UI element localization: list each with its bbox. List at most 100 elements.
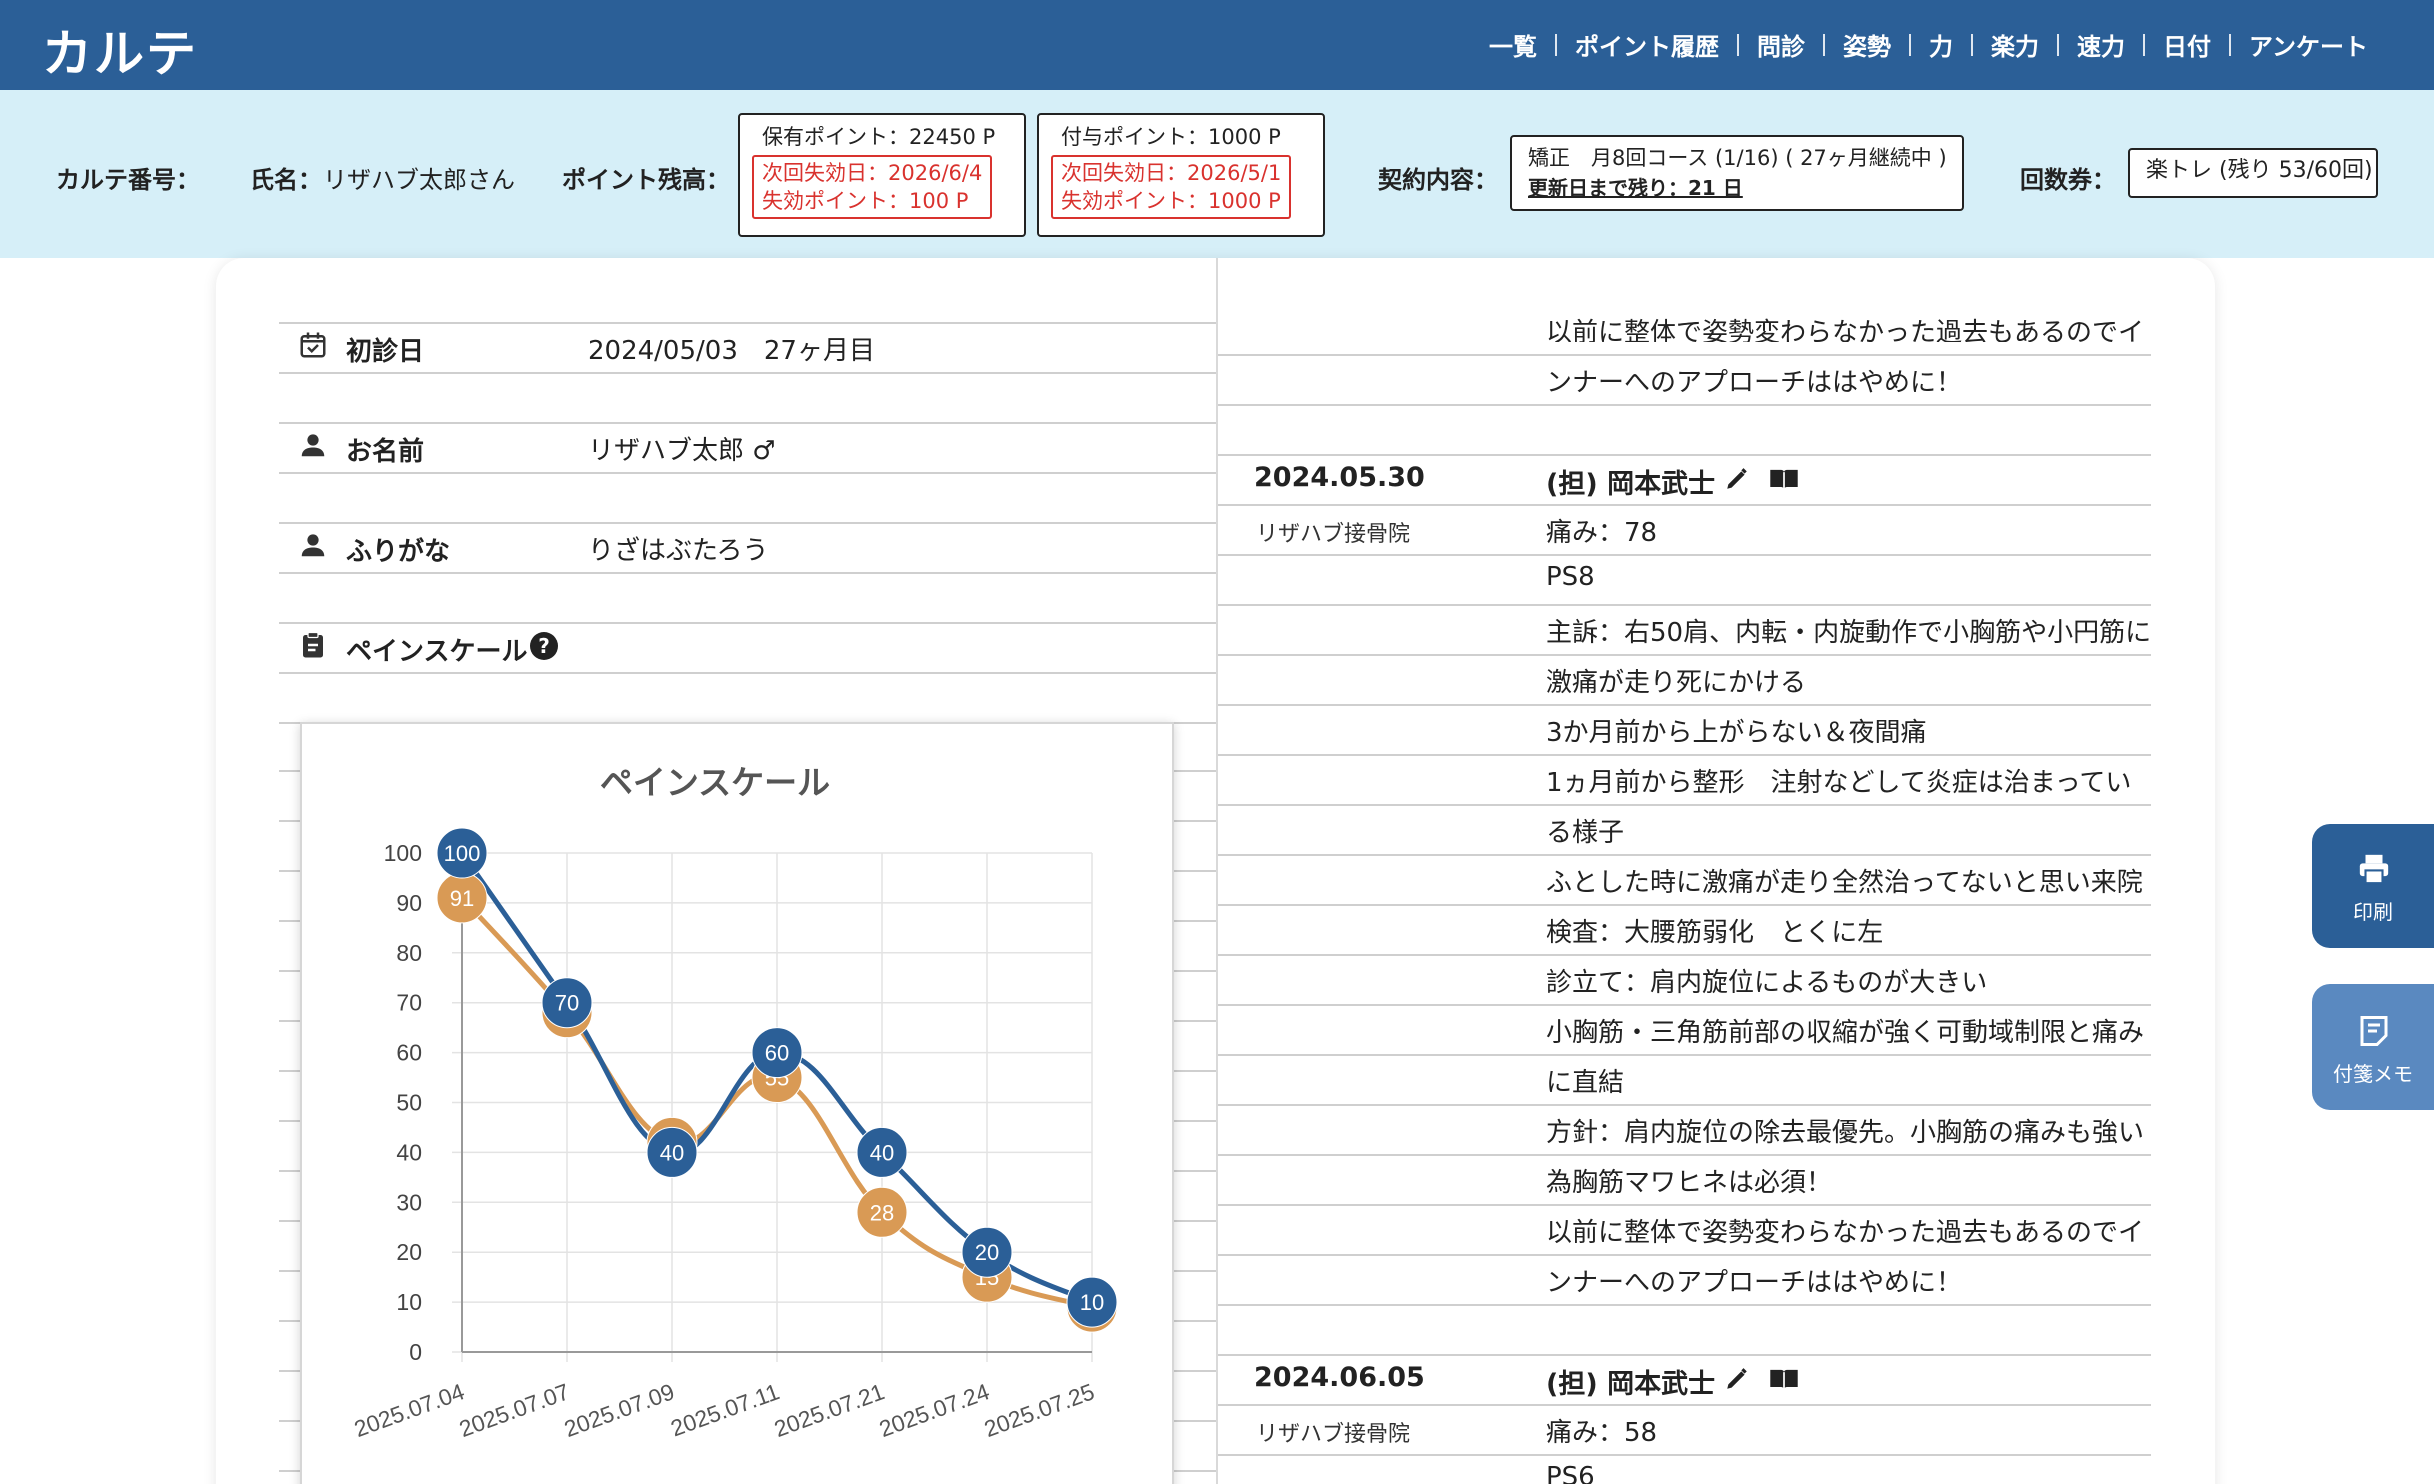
granted-points-box: 付与ポイント：1000 P 次回失効日：2026/5/1 失効ポイント：1000… (1037, 113, 1325, 237)
record-line: 以前に整体で姿勢変わらなかった過去もあるのでイ (1546, 1218, 2145, 1248)
main-nav: 一覧 ポイント履歴 問診 姿勢 力 楽力 速力 日付 アンケート (1471, 27, 2386, 62)
row-divider (279, 622, 1216, 624)
y-tick-label: 40 (396, 1139, 422, 1165)
sticky-memo-button[interactable]: 付箋メモ (2312, 984, 2434, 1110)
sticky-note-icon (2360, 1016, 2388, 1046)
row-divider (1218, 1354, 2151, 1356)
granted-points-expire-amount: 失効ポイント：1000 P (1061, 189, 1281, 213)
held-points-expiry-box: 次回失効日：2026/6/4 失効ポイント：100 P (752, 155, 993, 219)
row-dividers-left (279, 722, 301, 1484)
data-label: 100 (444, 841, 481, 866)
held-points-title: 保有ポイント：22450 P (762, 125, 996, 149)
nav-divider (1822, 33, 1825, 56)
record-line: 小胸筋・三角筋前部の収縮が強く可動域制限と痛み (1546, 1018, 2145, 1048)
furigana-value: りざはぶたろう (588, 536, 769, 566)
record-line: る様子 (1546, 818, 1625, 848)
nav-date[interactable]: 日付 (2145, 27, 2229, 62)
record-line: 診立て：肩内旋位によるものが大きい (1546, 968, 1988, 998)
nav-survey[interactable]: アンケート (2231, 27, 2386, 62)
nav-divider (1554, 33, 1557, 56)
y-tick-label: 50 (396, 1090, 422, 1116)
edit-pencil-icon[interactable] (1724, 466, 1750, 492)
y-tick-label: 60 (396, 1040, 422, 1066)
first-visit-value: 2024/05/03 27ヶ月目 (588, 336, 875, 366)
nav-list[interactable]: 一覧 (1471, 27, 1555, 62)
record-line: PS8 (1546, 562, 1595, 592)
nav-speed-power[interactable]: 速力 (2059, 27, 2143, 62)
row-divider (1218, 654, 2151, 656)
x-tick-label: 2025.07.11 (667, 1378, 782, 1441)
nav-interview[interactable]: 問診 (1739, 27, 1823, 62)
row-divider (1218, 704, 2151, 706)
record-line: 検査：大腰筋弱化 とくに左 (1546, 918, 1884, 948)
y-tick-label: 20 (396, 1239, 422, 1265)
row-divider (1218, 1154, 2151, 1156)
print-button[interactable]: 印刷 (2312, 824, 2434, 948)
nav-point-history[interactable]: ポイント履歴 (1557, 27, 1737, 62)
record-line: 痛み：78 (1546, 518, 1658, 548)
contract-renewal-remaining[interactable]: 更新日まで残り：21 日 (1528, 173, 1946, 203)
row-divider (1218, 1204, 2151, 1206)
nav-divider (2056, 33, 2059, 56)
y-tick-label: 70 (396, 990, 422, 1016)
row-divider (1218, 854, 2151, 856)
row-divider (1218, 1104, 2151, 1106)
record-line: に直結 (1546, 1068, 1625, 1098)
held-points-box: 保有ポイント：22450 P 次回失効日：2026/6/4 失効ポイント：100… (738, 113, 1026, 237)
record-clinic: リザハブ接骨院 (1256, 522, 1411, 547)
data-label: 91 (450, 886, 474, 911)
data-label: 40 (660, 1140, 684, 1165)
chart-title: ペインスケール (600, 764, 830, 801)
patient-name-field-value: リザハブ太郎 ♂ (588, 436, 776, 466)
person-icon (301, 534, 325, 557)
record-line: 方針：肩内旋位の除去最優先。小胸筋の痛みも強い (1546, 1118, 2145, 1148)
points-balance-label: ポイント残高： (562, 166, 730, 194)
y-tick-label: 90 (396, 890, 422, 916)
row-divider (1218, 504, 2151, 506)
record-line: 為胸筋マワヒネは必須！ (1546, 1168, 1833, 1198)
patient-name-label: 氏名： (250, 166, 322, 194)
open-book-icon[interactable] (1768, 1366, 1800, 1392)
nav-posture[interactable]: 姿勢 (1825, 27, 1909, 62)
nav-easy-power[interactable]: 楽力 (1973, 27, 2057, 62)
app-title[interactable]: カルテ (42, 14, 198, 86)
nav-divider (1736, 33, 1739, 56)
calendar-check-icon (300, 332, 326, 358)
row-divider (1218, 1404, 2151, 1406)
y-tick-label: 10 (396, 1289, 422, 1315)
row-divider (1218, 804, 2151, 806)
edit-pencil-icon[interactable] (1724, 1366, 1750, 1392)
x-tick-label: 2025.07.04 (351, 1378, 468, 1442)
printer-icon (2359, 854, 2389, 885)
row-divider (279, 422, 1216, 424)
x-tick-label: 2025.07.21 (771, 1378, 888, 1442)
pain-scale-label: ペインスケール (346, 637, 528, 667)
record-date: 2024.06.05 (1254, 1362, 1425, 1393)
row-divider (279, 672, 1216, 674)
row-divider (1218, 1304, 2151, 1306)
row-divider (1218, 604, 2151, 606)
granted-points-expiry-date: 次回失効日：2026/5/1 (1061, 161, 1282, 185)
row-dividers-right (1174, 722, 1216, 1484)
contract-course: 矯正 月8回コース (1/16) ( 27ヶ月継続中 ) (1528, 146, 1947, 170)
row-divider (1218, 754, 2151, 756)
first-visit-label: 初診日 (346, 337, 425, 367)
held-points-expiry-date: 次回失効日：2026/6/4 (762, 161, 983, 185)
row-divider (1218, 1054, 2151, 1056)
record-date: 2024.05.30 (1254, 462, 1425, 493)
top-navbar: カルテ 一覧 ポイント履歴 問診 姿勢 力 楽力 速力 日付 アンケート (0, 0, 2434, 90)
person-icon (301, 434, 325, 457)
nav-power[interactable]: 力 (1911, 27, 1971, 62)
row-divider (279, 522, 1216, 524)
data-label: 10 (1080, 1290, 1104, 1315)
patient-name-value: リザハブ太郎さん (323, 166, 515, 194)
row-divider (279, 572, 1216, 574)
record-staff: (担) 岡本武士 (1546, 469, 1716, 500)
row-divider (1218, 354, 2151, 356)
furigana-label: ふりがな (346, 537, 451, 567)
record-line: ふとした時に激痛が走り全然治ってないと思い来院 (1546, 868, 2143, 898)
row-divider (1218, 554, 2151, 556)
granted-points-title: 付与ポイント：1000 P (1061, 125, 1281, 149)
open-book-icon[interactable] (1768, 466, 1800, 492)
help-icon[interactable]: ? (530, 632, 558, 660)
